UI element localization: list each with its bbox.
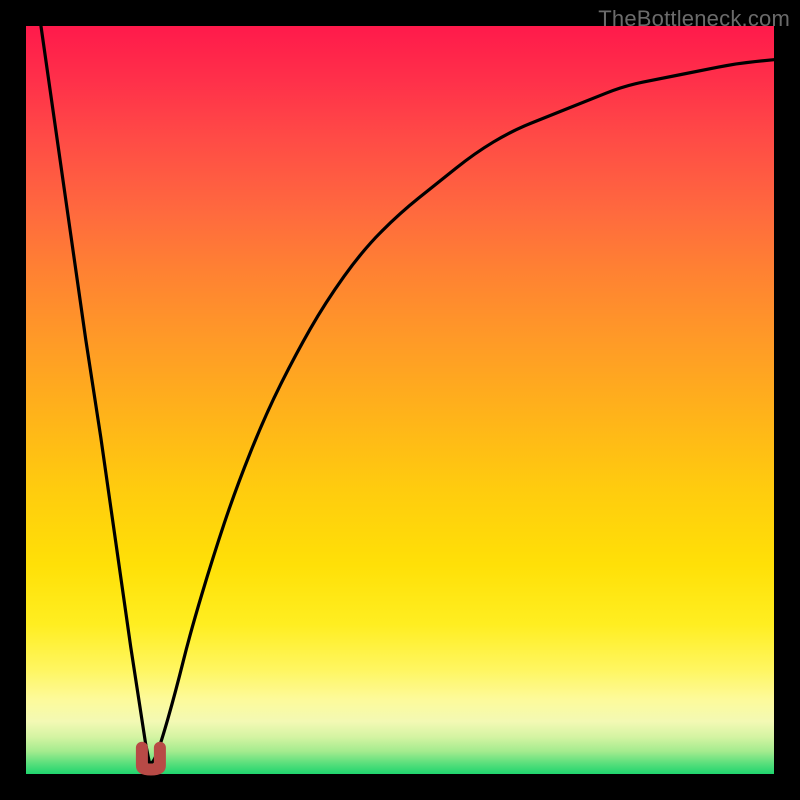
optimum-marker (142, 748, 160, 770)
plot-area (26, 26, 774, 774)
chart-container: TheBottleneck.com (0, 0, 800, 800)
watermark-text: TheBottleneck.com (598, 6, 790, 32)
optimum-marker-layer (26, 26, 774, 774)
